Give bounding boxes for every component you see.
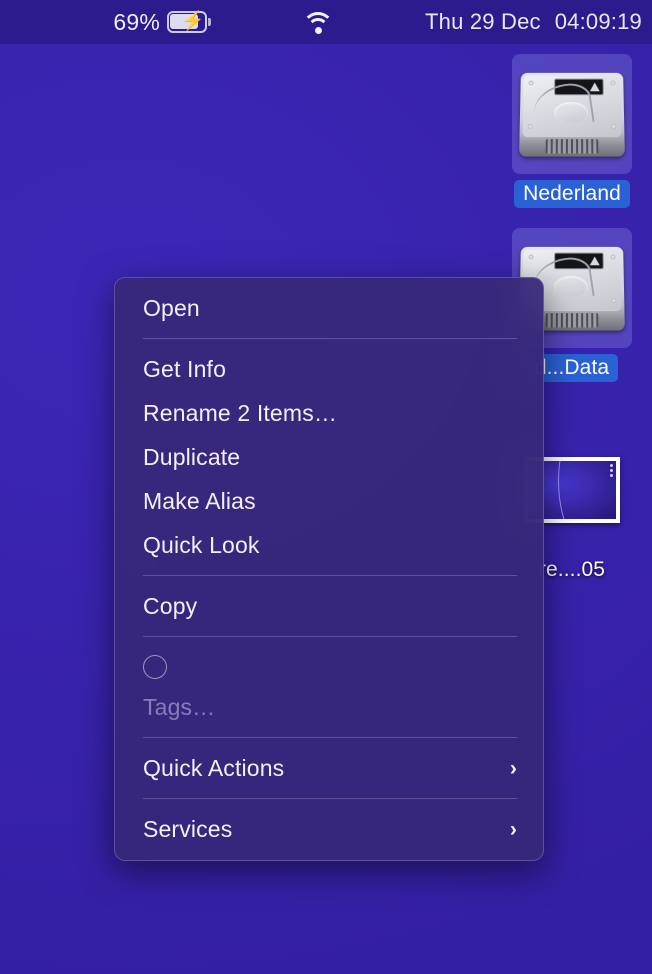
menu-item-label: Make Alias bbox=[143, 488, 256, 515]
menu-item-label: Tags… bbox=[143, 694, 215, 721]
menu-item-services[interactable]: Services › bbox=[115, 807, 543, 851]
menu-item-quick-look[interactable]: Quick Look bbox=[115, 523, 543, 567]
menu-item-get-info[interactable]: Get Info bbox=[115, 347, 543, 391]
menu-separator bbox=[143, 575, 517, 576]
battery-percentage-label: 69% bbox=[113, 9, 160, 36]
menu-item-rename[interactable]: Rename 2 Items… bbox=[115, 391, 543, 435]
menu-separator bbox=[143, 798, 517, 799]
menu-item-label: Quick Look bbox=[143, 532, 260, 559]
menu-separator bbox=[143, 737, 517, 738]
wifi-icon[interactable] bbox=[301, 10, 335, 34]
menu-bar: 69% ⚡ Thu 29 Dec 04:09:19 bbox=[0, 0, 652, 44]
menubar-date[interactable]: Thu 29 Dec bbox=[425, 9, 541, 35]
chevron-right-icon: › bbox=[510, 758, 517, 779]
battery-charging-icon: ⚡ bbox=[167, 11, 211, 33]
airplay-display-icon[interactable] bbox=[237, 9, 271, 35]
hard-drive-icon[interactable] bbox=[512, 54, 632, 174]
context-menu: Open Get Info Rename 2 Items… Duplicate … bbox=[114, 277, 544, 861]
menu-item-label: Open bbox=[143, 295, 200, 322]
menu-separator bbox=[143, 338, 517, 339]
desktop-icon-label[interactable]: Nederland bbox=[514, 180, 630, 208]
menu-item-make-alias[interactable]: Make Alias bbox=[115, 479, 543, 523]
menu-separator bbox=[143, 636, 517, 637]
menubar-clock[interactable]: 04:09:19 bbox=[555, 9, 642, 35]
menu-item-label: Get Info bbox=[143, 356, 226, 383]
menu-item-open[interactable]: Open bbox=[115, 286, 543, 330]
chevron-right-icon: › bbox=[510, 819, 517, 840]
tag-color-swatches[interactable] bbox=[115, 645, 543, 685]
desktop-icon-nederland[interactable]: Nederland bbox=[502, 54, 642, 208]
menu-item-label: Services bbox=[143, 816, 232, 843]
menu-item-label: Duplicate bbox=[143, 444, 240, 471]
menu-item-label: Rename 2 Items… bbox=[143, 400, 337, 427]
menu-item-quick-actions[interactable]: Quick Actions › bbox=[115, 746, 543, 790]
menu-item-duplicate[interactable]: Duplicate bbox=[115, 435, 543, 479]
menu-item-tags[interactable]: Tags… bbox=[115, 685, 543, 729]
tag-none-circle-icon[interactable] bbox=[143, 655, 167, 679]
control-center-icon[interactable] bbox=[365, 7, 395, 37]
menu-item-label: Copy bbox=[143, 593, 197, 620]
menu-item-label: Quick Actions bbox=[143, 755, 284, 782]
menu-item-copy[interactable]: Copy bbox=[115, 584, 543, 628]
